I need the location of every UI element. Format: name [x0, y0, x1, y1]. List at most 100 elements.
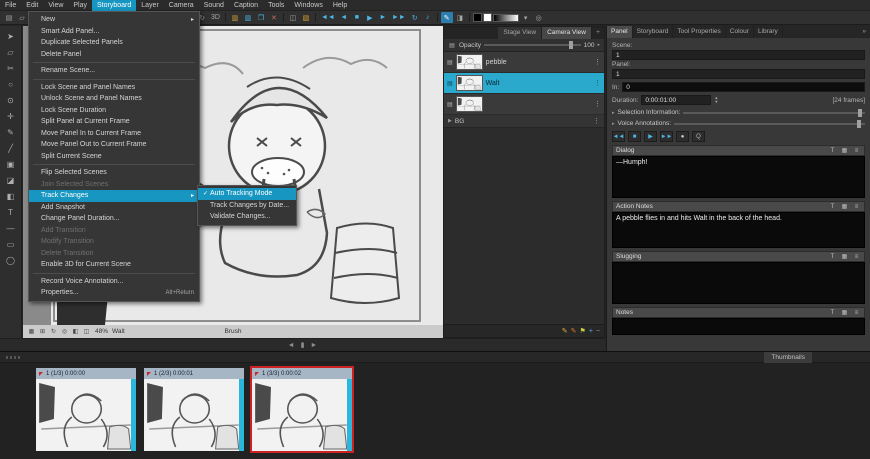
gradient-slider[interactable] — [492, 13, 519, 22]
drag-grip-icon[interactable] — [6, 356, 20, 359]
insert-field-icon[interactable]: ▦ — [840, 309, 849, 316]
insert-field-icon[interactable]: ▦ — [840, 253, 849, 260]
last-frame-button[interactable]: ►► — [390, 12, 408, 23]
forward-button[interactable]: ►► — [660, 131, 673, 142]
menu-item-properties[interactable]: Properties... Alt+Return — [29, 287, 199, 299]
menu-item-smart-add-panel[interactable]: Smart Add Panel... — [29, 26, 199, 38]
menu-item-validate-changes[interactable]: Validate Changes... — [198, 211, 296, 223]
prev-frame-button[interactable]: ◄ — [338, 12, 350, 23]
light-table-icon[interactable]: ◫ — [82, 327, 91, 336]
ellipse-tool-icon[interactable]: ◯ — [3, 254, 18, 267]
open-icon[interactable]: ▱ — [16, 12, 28, 23]
cutter-tool-icon[interactable]: ✂ — [3, 62, 18, 75]
new-scene-icon[interactable]: ▧ — [300, 12, 312, 23]
menubar-item-layer[interactable]: Layer — [136, 0, 164, 11]
pencil-tool-icon[interactable]: ╱ — [3, 142, 18, 155]
menu-item-change-panel-duration[interactable]: Change Panel Duration... — [29, 213, 199, 225]
next-frame-button[interactable]: ► — [377, 12, 389, 23]
panel-handle[interactable] — [347, 379, 352, 451]
menu-item-split-current-scene[interactable]: Split Current Scene — [29, 151, 199, 163]
row-menu-icon[interactable]: ⋮ — [594, 79, 601, 87]
menu-item-move-panel-in-to-current-frame[interactable]: Move Panel In to Current Frame — [29, 128, 199, 140]
eraser-mode-icon[interactable]: ◨ — [454, 12, 466, 23]
expand-icon[interactable]: ▶ — [448, 118, 452, 124]
menu-item-new[interactable]: New ▸ — [29, 14, 199, 26]
flag-icon[interactable]: ⚑ — [580, 327, 586, 335]
first-frame-button[interactable]: ◄◄ — [319, 12, 337, 23]
line-tool-icon[interactable]: — — [3, 222, 18, 235]
opacity-slider[interactable] — [484, 41, 581, 49]
play-button[interactable]: ▶ — [364, 12, 376, 23]
smart-add-panel-icon[interactable]: ▥ — [242, 12, 254, 23]
caption-menu-icon[interactable]: ≡ — [852, 148, 861, 154]
menubar-item-view[interactable]: View — [43, 0, 68, 11]
panel-handle[interactable] — [131, 379, 136, 451]
format-text-icon[interactable]: T — [828, 148, 837, 154]
format-text-icon[interactable]: T — [828, 254, 837, 260]
menubar-item-play[interactable]: Play — [68, 0, 92, 11]
menu-item-move-panel-out-to-current-frame[interactable]: Move Panel Out to Current Frame — [29, 139, 199, 151]
scroll-left-icon[interactable]: ◄ — [288, 342, 295, 349]
duration-stepper[interactable]: ▲ ▼ — [714, 96, 718, 104]
menu-item-record-voice-annotation[interactable]: Record Voice Annotation... — [29, 276, 199, 288]
add-layer-icon[interactable]: + — [589, 328, 593, 335]
menu-item-enable-3d-for-current-scene[interactable]: Enable 3D for Current Scene — [29, 259, 199, 271]
tab-storyboard[interactable]: Storyboard — [633, 26, 674, 38]
new-icon[interactable]: ▤ — [3, 12, 15, 23]
menu-item-lock-scene-and-panel-names[interactable]: Lock Scene and Panel Names — [29, 82, 199, 94]
select-tool-icon[interactable]: ➤ — [3, 30, 18, 43]
format-text-icon[interactable]: T — [828, 310, 837, 316]
storyboard-thumbnail-1[interactable]: 1 (1/3) 0:00:00 — [36, 368, 136, 451]
menubar-item-windows[interactable]: Windows — [289, 0, 327, 11]
duplicate-panel-icon[interactable]: ❐ — [255, 12, 267, 23]
annotation-pencil-icon[interactable]: ✎ — [571, 327, 577, 335]
tab-thumbnails[interactable]: Thumbnails — [764, 352, 812, 363]
rewind-button[interactable]: ◄◄ — [612, 131, 625, 142]
duration-field[interactable]: 0:00:01:00 — [641, 95, 712, 105]
delete-panel-icon[interactable]: ✕ — [268, 12, 280, 23]
mute-button[interactable]: Q — [692, 131, 705, 142]
panel-handle[interactable] — [239, 379, 244, 451]
collapse-icon[interactable]: ▸ — [612, 110, 615, 116]
menubar-item-file[interactable]: File — [0, 0, 21, 11]
row-menu-icon[interactable]: ⋮ — [594, 58, 601, 66]
menubar-item-tools[interactable]: Tools — [263, 0, 289, 11]
format-text-icon[interactable]: T — [828, 204, 837, 210]
tab-panel[interactable]: Panel — [607, 26, 633, 38]
caption-text[interactable] — [612, 262, 865, 304]
record-button[interactable]: ● — [676, 131, 689, 142]
edit-pencil-icon[interactable]: ✎ — [562, 327, 568, 335]
caption-text[interactable]: A pebble flies in and hits Walt in the b… — [612, 212, 865, 248]
menu-item-auto-tracking-mode[interactable]: ✓ Auto Tracking Mode — [198, 188, 296, 200]
fit-view-icon[interactable]: ▦ — [27, 327, 36, 336]
onion-skin-icon[interactable]: ◎ — [533, 12, 545, 23]
chevron-right-icon[interactable]: ▸ — [597, 42, 600, 48]
white-swatch[interactable] — [482, 13, 492, 22]
reset-view-icon[interactable]: ◎ — [60, 327, 69, 336]
caption-menu-icon[interactable]: ≡ — [852, 254, 861, 260]
brush-size-dropdown[interactable]: ▾ — [520, 12, 532, 23]
menu-item-add-snapshot[interactable]: Add Snapshot — [29, 202, 199, 214]
tab-overflow-icon[interactable]: » — [858, 26, 870, 38]
scroll-thumb[interactable]: ▮ — [301, 341, 305, 349]
hand-tool-icon[interactable]: ✛ — [3, 110, 18, 123]
rectangle-tool-icon[interactable]: ▭ — [3, 238, 18, 251]
scene-field[interactable]: 1 — [612, 50, 865, 60]
caption-menu-icon[interactable]: ≡ — [852, 204, 861, 210]
horizontal-scrollbar[interactable]: ◄ ▮ ► — [0, 338, 605, 351]
menu-item-duplicate-selected-panels[interactable]: Duplicate Selected Panels — [29, 37, 199, 49]
storyboard-thumbnail-3[interactable]: 1 (3/3) 0:00:02 — [250, 366, 354, 453]
insert-field-icon[interactable]: ▦ — [840, 147, 849, 154]
collapse-icon[interactable]: ▸ — [612, 121, 615, 127]
brush-tool-icon[interactable]: ✎ — [3, 126, 18, 139]
black-swatch[interactable] — [472, 13, 482, 22]
paint-tool-icon[interactable]: ◧ — [3, 190, 18, 203]
scroll-right-icon[interactable]: ► — [310, 342, 317, 349]
menu-item-track-changes[interactable]: Track Changes ▸ — [29, 190, 199, 202]
row-menu-icon[interactable]: ⋮ — [594, 100, 601, 108]
grid-toggle-icon[interactable]: ⊞ — [38, 327, 47, 336]
caption-text[interactable] — [612, 318, 865, 335]
mirror-view-icon[interactable]: ◧ — [71, 327, 80, 336]
menu-item-rename-scene[interactable]: Rename Scene... — [29, 65, 199, 77]
menu-item-flip-selected-scenes[interactable]: Flip Selected Scenes — [29, 167, 199, 179]
